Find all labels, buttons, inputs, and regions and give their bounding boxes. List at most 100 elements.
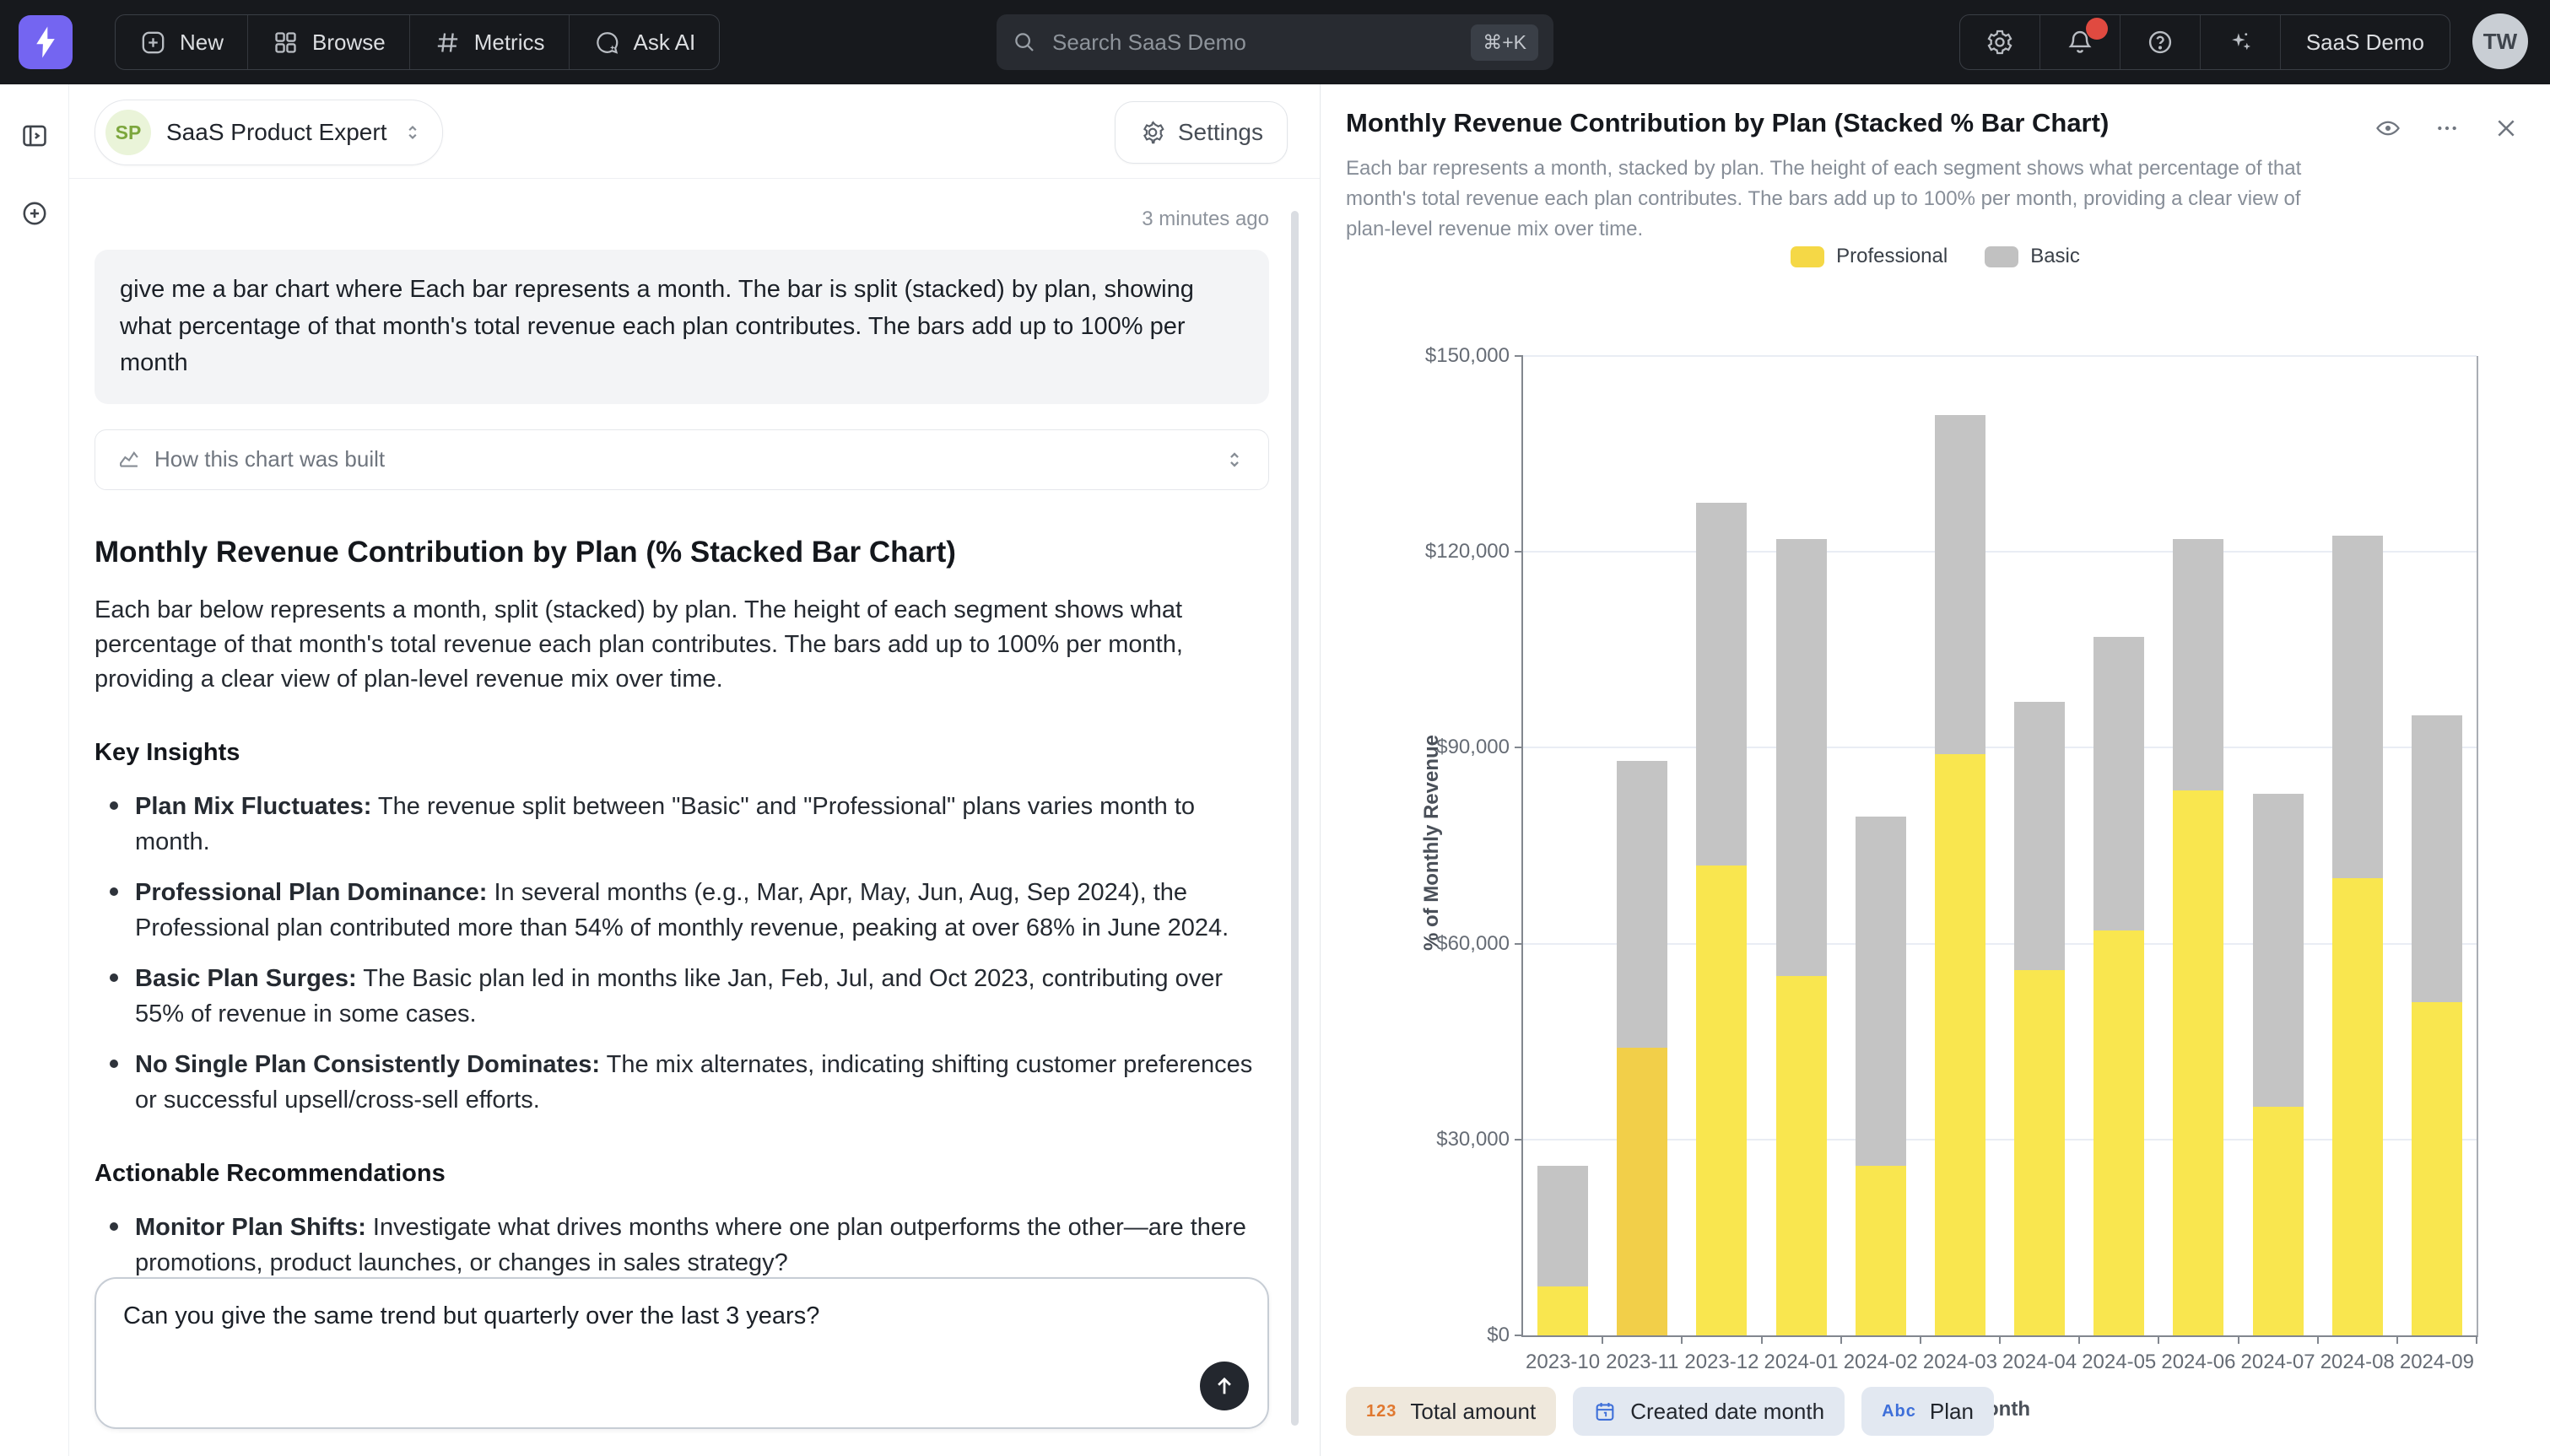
bullet-lead: Monitor Plan Shifts:: [135, 1214, 366, 1241]
global-search[interactable]: ⌘+K: [997, 14, 1553, 70]
field-tag-label: Total amount: [1410, 1399, 1536, 1425]
help-button[interactable]: [2120, 15, 2200, 69]
settings-button[interactable]: Settings: [1115, 101, 1288, 164]
field-tag-created-date-month: Created date month: [1573, 1387, 1845, 1436]
bar-segment-professional[interactable]: [2173, 790, 2223, 1335]
app-logo[interactable]: [19, 15, 73, 69]
plot-right-border: [2477, 356, 2478, 1337]
calendar-icon: [1593, 1399, 1617, 1423]
bar-segment-basic[interactable]: [2014, 702, 2065, 969]
x-tick-mark: [1840, 1335, 1842, 1344]
user-avatar[interactable]: TW: [2472, 13, 2528, 69]
chat-panel: SP SaaS Product Expert Settings 3 minute…: [69, 84, 1321, 1456]
agent-selector[interactable]: SP SaaS Product Expert: [95, 100, 443, 165]
bar-segment-basic[interactable]: [1856, 817, 1906, 1166]
legend-swatch: [1985, 246, 2018, 267]
ellipsis-icon[interactable]: [2434, 115, 2461, 142]
legend-label: Basic: [2030, 245, 2080, 268]
legend-swatch: [1791, 246, 1824, 267]
x-tick-mark: [2317, 1335, 2319, 1344]
message-timestamp: 3 minutes ago: [95, 208, 1269, 231]
send-button[interactable]: [1200, 1362, 1249, 1410]
bar-segment-basic[interactable]: [1776, 539, 1827, 977]
bar-segment-basic[interactable]: [1696, 503, 1747, 866]
legend-item-professional[interactable]: Professional: [1791, 245, 1948, 268]
nav-item-browse[interactable]: Browse: [247, 15, 409, 69]
org-switcher[interactable]: SaaS Demo: [2280, 15, 2450, 69]
agent-avatar: SP: [105, 110, 151, 155]
bar-segment-basic[interactable]: [1537, 1166, 1588, 1286]
gear-button[interactable]: [1960, 15, 2039, 69]
grid-icon: [272, 29, 300, 57]
bar-segment-basic[interactable]: [2412, 715, 2462, 1003]
sparkles-icon: [2226, 28, 2255, 57]
message-composer: Can you give the same trend but quarterl…: [95, 1277, 1269, 1429]
legend-item-basic[interactable]: Basic: [1985, 245, 2080, 268]
x-tick-mark: [2476, 1335, 2477, 1344]
bar-segment-professional[interactable]: [1776, 976, 1827, 1335]
collapse-sidebar-icon[interactable]: [0, 108, 69, 164]
plus-square-icon: [139, 29, 167, 57]
bar-segment-basic[interactable]: [2173, 539, 2223, 790]
search-input[interactable]: [1051, 29, 1457, 57]
bar-segment-professional[interactable]: [1856, 1166, 1906, 1335]
x-tick-label: 2024-09: [2378, 1351, 2496, 1374]
composer-input[interactable]: Can you give the same trend but quarterl…: [122, 1297, 1175, 1410]
bar-segment-professional[interactable]: [2412, 1002, 2462, 1335]
x-tick-mark: [1920, 1335, 1921, 1344]
article-title: Monthly Revenue Contribution by Plan (% …: [95, 536, 1269, 569]
chat-scrollbar-thumb[interactable]: [1291, 211, 1299, 1426]
app-root: NewBrowseMetricsAsk AI ⌘+K SaaS Demo TW …: [0, 0, 2550, 1456]
close-icon[interactable]: [2493, 115, 2520, 142]
bar-segment-professional[interactable]: [2093, 930, 2144, 1335]
field-tags: 123Total amount Created date month Abc Plan: [1346, 1387, 1994, 1436]
recommendation-item: Monitor Plan Shifts: Investigate what dr…: [135, 1210, 1269, 1281]
sparkles-button[interactable]: [2200, 15, 2280, 69]
insight-item: Plan Mix Fluctuates: The revenue split b…: [135, 789, 1269, 860]
x-tick-mark: [1602, 1335, 1603, 1344]
new-thread-icon[interactable]: [0, 186, 69, 241]
field-tag-total-amount: 123Total amount: [1346, 1387, 1556, 1436]
chat-message-area: 3 minutes ago give me a bar chart where …: [95, 179, 1269, 1287]
bar-segment-basic[interactable]: [1935, 415, 1985, 754]
x-tick-mark: [2158, 1335, 2159, 1344]
nav-item-metrics[interactable]: Metrics: [409, 15, 569, 69]
x-tick-mark: [2078, 1335, 2080, 1344]
notification-badge: [2086, 18, 2108, 40]
primary-nav: New Browse Metrics Ask AI: [115, 14, 720, 70]
bar-segment-professional[interactable]: [2253, 1107, 2304, 1335]
nav-item-new[interactable]: New: [116, 15, 247, 69]
field-tag-label: Plan: [1930, 1399, 1974, 1425]
how-built-label: How this chart was built: [154, 446, 385, 472]
bar-segment-professional[interactable]: [1935, 754, 1985, 1335]
user-message: give me a bar chart where Each bar repre…: [95, 250, 1269, 404]
bar-segment-professional[interactable]: [2014, 970, 2065, 1335]
bar-segment-basic[interactable]: [2253, 794, 2304, 1108]
bar-segment-basic[interactable]: [2093, 637, 2144, 930]
bar-segment-professional[interactable]: [1696, 866, 1747, 1335]
bar-segment-professional[interactable]: [1537, 1286, 1588, 1335]
eye-icon[interactable]: [2374, 115, 2401, 142]
bullet-lead: No Single Plan Consistently Dominates:: [135, 1051, 600, 1078]
lightning-bolt-icon: [31, 25, 60, 59]
bar-segment-professional[interactable]: [2332, 878, 2383, 1335]
bar-segment-professional[interactable]: [1617, 1048, 1667, 1335]
how-chart-built-toggle[interactable]: How this chart was built: [95, 429, 1269, 490]
y-tick-label: $150,000: [1375, 344, 1510, 368]
abc-icon: Abc: [1882, 1402, 1916, 1421]
org-name: SaaS Demo: [2306, 30, 2424, 56]
bell-button[interactable]: [2039, 15, 2120, 69]
bullet-lead: Basic Plan Surges:: [135, 965, 357, 992]
left-rail: [0, 84, 69, 1456]
bar-segment-basic[interactable]: [1617, 761, 1667, 1049]
x-tick-mark: [2238, 1335, 2239, 1344]
nav-item-label: Metrics: [474, 30, 545, 56]
chart-legend: Professional Basic: [1321, 245, 2550, 268]
bar-segment-basic[interactable]: [2332, 536, 2383, 878]
y-axis-line: [1521, 356, 1523, 1337]
gear-icon: [1139, 119, 1166, 146]
nav-item-ask-ai[interactable]: Ask AI: [569, 15, 720, 69]
y-tick-label: $60,000: [1375, 932, 1510, 956]
nav-item-label: New: [180, 30, 224, 56]
insight-item: Basic Plan Surges: The Basic plan led in…: [135, 961, 1269, 1032]
